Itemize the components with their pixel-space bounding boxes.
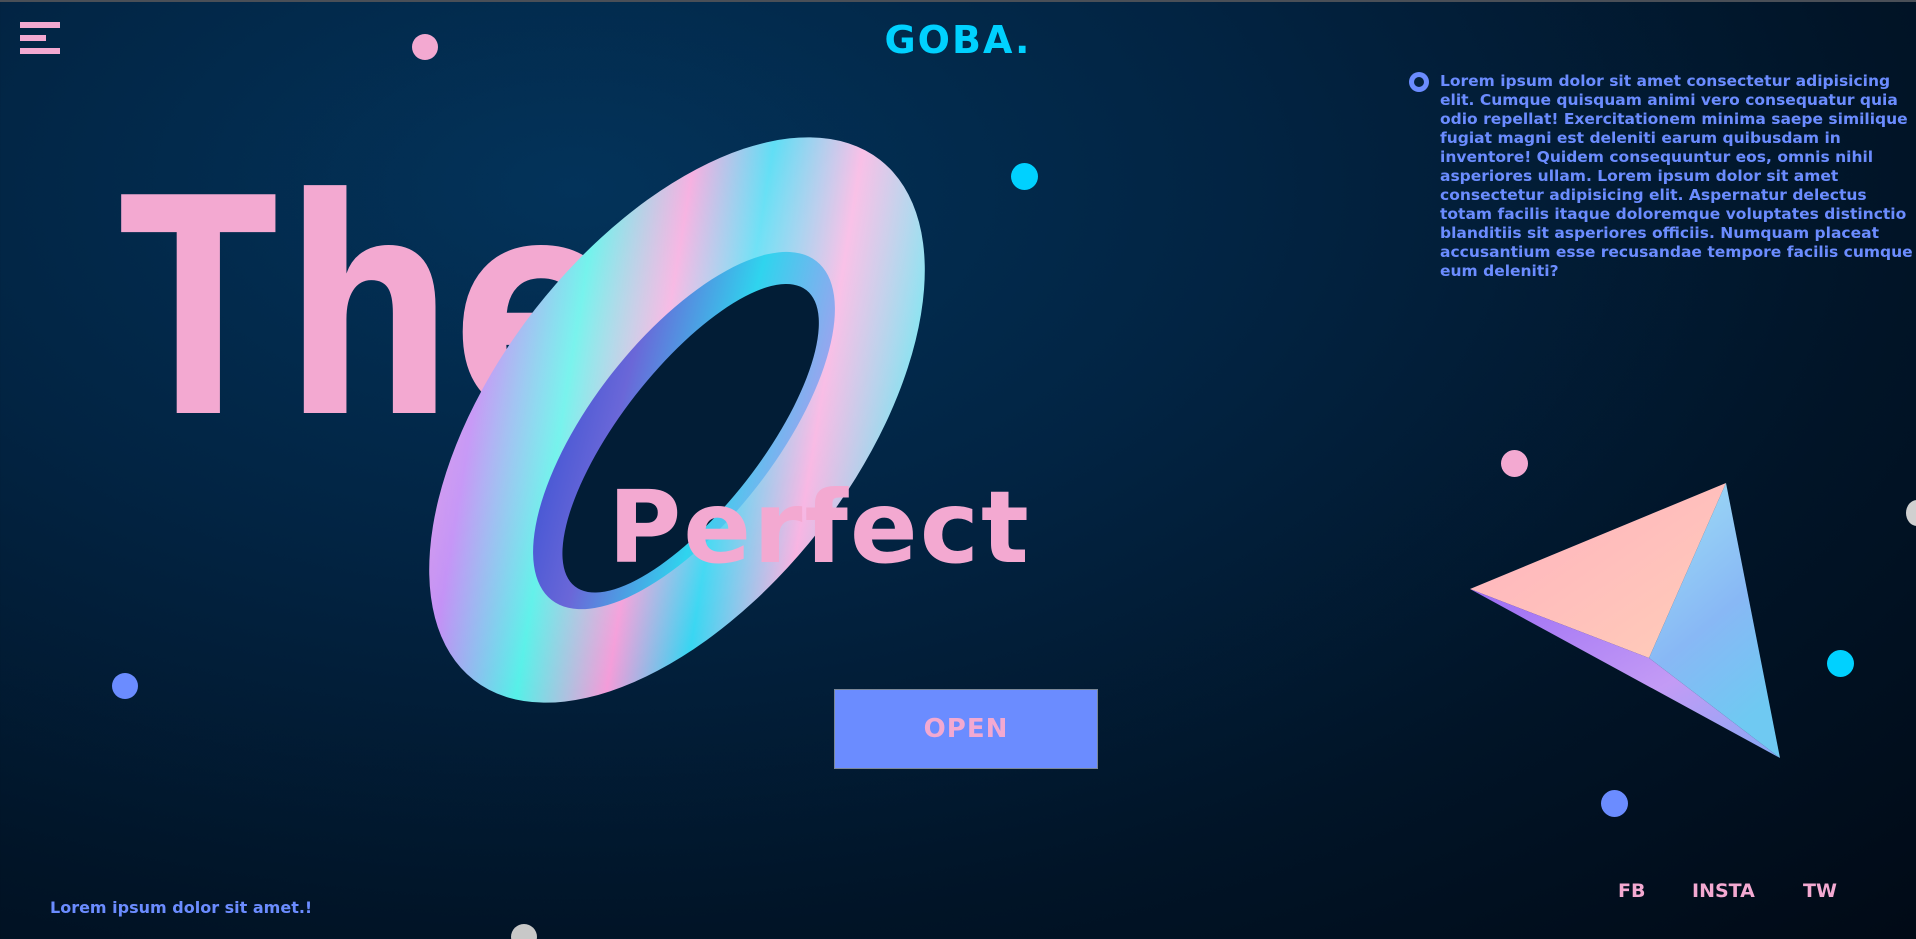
decorative-dot <box>1906 500 1916 526</box>
decorative-dot <box>1827 650 1854 677</box>
hero-title-perfect: Perfect <box>608 469 1031 586</box>
decorative-dot <box>511 924 537 939</box>
decorative-dot <box>1501 450 1528 477</box>
social-link-insta[interactable]: INSTA <box>1692 880 1755 902</box>
footer-tagline: Lorem ipsum dolor sit amet.! <box>50 898 313 917</box>
holographic-pyramid-graphic <box>1466 478 1786 763</box>
decorative-dot <box>412 34 438 60</box>
decorative-dot <box>1601 790 1628 817</box>
brand-logo[interactable]: GOBA. <box>0 18 1916 62</box>
window-top-border <box>0 0 1916 2</box>
info-paragraph: Lorem ipsum dolor sit amet consectetur a… <box>1440 72 1913 280</box>
holographic-torus-graphic <box>395 110 960 730</box>
social-link-fb[interactable]: FB <box>1618 880 1645 902</box>
radio-bullet-icon <box>1409 72 1429 92</box>
decorative-dot <box>1011 163 1038 190</box>
social-link-tw[interactable]: TW <box>1803 880 1837 902</box>
decorative-dot <box>112 673 138 699</box>
open-button[interactable]: OPEN <box>834 689 1098 769</box>
